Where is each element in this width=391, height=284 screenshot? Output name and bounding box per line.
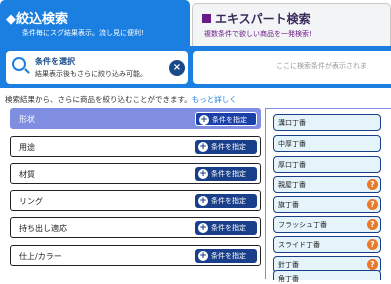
shape-option[interactable]: 溝口丁番 (273, 114, 381, 131)
filter-label: 仕上/カラー (19, 252, 62, 261)
button-label: 条件を指定 (211, 170, 246, 178)
info-description: 検索結果から、さらに商品を絞り込むことができます。 (5, 95, 192, 104)
help-icon[interactable]: ? (367, 219, 378, 230)
close-icon[interactable]: × (169, 60, 185, 76)
shape-option-label: 親屋丁番 (278, 181, 306, 189)
tab-expert-search[interactable]: エキスパート検索 複数条件で欲しい商品を一発検索! (192, 3, 391, 46)
shape-option[interactable]: 厚口丁番 (273, 156, 381, 173)
help-icon[interactable]: ? (367, 199, 378, 210)
shape-option-label: フラッシュ丁番 (278, 221, 327, 229)
button-label: 条件を指定 (212, 116, 247, 124)
specify-condition-button[interactable]: + 条件を指定 (195, 112, 257, 126)
condition-subtitle: 結果表示後もさらに絞り込み可能。 (35, 70, 147, 78)
filter-row-offset[interactable]: 持ち出し適応 + 条件を指定 (10, 217, 261, 238)
filter-row-usage[interactable]: 用途 + 条件を指定 (10, 136, 261, 157)
shape-option[interactable]: フラッシュ丁番 ? (273, 216, 381, 233)
filter-row-finish-color[interactable]: 仕上/カラー + 条件を指定 (10, 245, 261, 266)
shape-option-label: 厚口丁番 (278, 161, 306, 169)
condition-select-box: 条件を選択 結果表示後もさらに絞り込み可能。 × (6, 51, 188, 84)
search-icon (12, 57, 26, 71)
tab-expert-title: エキスパート検索 (215, 12, 311, 26)
shape-option[interactable]: 旗丁番 ? (273, 196, 381, 213)
shape-option-label: 溝口丁番 (278, 119, 306, 127)
shape-options-panel: 溝口丁番 中厚丁番 厚口丁番 親屋丁番 ? 旗丁番 ? フラッシュ丁番 ? スラ… (265, 108, 391, 283)
plus-icon: + (198, 223, 208, 233)
button-label: 条件を指定 (211, 197, 246, 205)
tab-expert-subtitle: 複数条件で欲しい商品を一発検索! (204, 30, 312, 38)
button-label: 条件を指定 (211, 252, 246, 260)
tab-narrow-title: ◆絞込検索 (6, 12, 68, 27)
shape-option-label: 角丁番 (278, 275, 299, 283)
filter-label: 持ち出し適応 (19, 224, 67, 233)
shape-option-label: 針丁番 (278, 261, 299, 269)
specify-condition-button[interactable]: + 条件を指定 (195, 167, 257, 181)
shape-option-label: 中厚丁番 (278, 140, 306, 148)
search-condition-display: ここに検索条件が表示されま (193, 51, 391, 84)
filter-row-ring[interactable]: リング + 条件を指定 (10, 190, 261, 211)
condition-title: 条件を選択 (35, 57, 75, 66)
tab-narrow-search[interactable]: ◆絞込検索 条件毎にスグ結果表示。流し見に便利! (0, 0, 190, 46)
help-icon[interactable]: ? (367, 179, 378, 190)
shape-option[interactable]: スライド丁番 ? (273, 236, 381, 253)
shape-option-label: 旗丁番 (278, 201, 299, 209)
search-condition-placeholder: ここに検索条件が表示されま (276, 62, 367, 70)
plus-icon: + (198, 142, 208, 152)
shape-option[interactable]: 中厚丁番 (273, 135, 381, 152)
filter-label: 用途 (19, 143, 35, 152)
shape-option[interactable]: 親屋丁番 ? (273, 176, 381, 193)
filter-row-material[interactable]: 材質 + 条件を指定 (10, 163, 261, 184)
filter-label: 材質 (19, 170, 35, 179)
plus-icon: + (198, 169, 208, 179)
tab-narrow-subtitle: 条件毎にスグ結果表示。流し見に便利! (22, 29, 144, 37)
button-label: 条件を指定 (211, 224, 246, 232)
specify-condition-button[interactable]: + 条件を指定 (195, 249, 257, 263)
plus-icon: + (198, 251, 208, 261)
help-icon[interactable]: ? (367, 239, 378, 250)
square-icon (202, 14, 211, 23)
more-details-link[interactable]: もっと詳しく (192, 95, 237, 104)
specify-condition-button[interactable]: + 条件を指定 (195, 140, 257, 154)
filter-label: リング (19, 197, 43, 206)
specify-condition-button[interactable]: + 条件を指定 (195, 194, 257, 208)
specify-condition-button[interactable]: + 条件を指定 (195, 221, 257, 235)
plus-icon: + (198, 196, 208, 206)
info-text: 検索結果から、さらに商品を絞り込むことができます。もっと詳しく (5, 94, 237, 105)
help-icon[interactable]: ? (367, 259, 378, 270)
shape-option-label: スライド丁番 (278, 241, 320, 249)
filter-row-shape[interactable]: 形状 + 条件を指定 (10, 108, 261, 129)
plus-icon: + (199, 115, 209, 125)
button-label: 条件を指定 (211, 143, 246, 151)
filter-label: 形状 (19, 115, 35, 124)
